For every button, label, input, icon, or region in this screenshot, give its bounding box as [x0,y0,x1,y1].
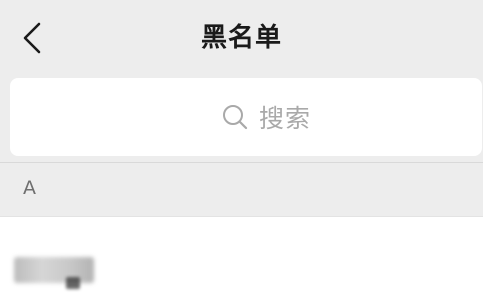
section-header-a: A [0,163,483,216]
search-field-content: 搜索 [221,99,311,135]
list-item[interactable] [0,217,483,301]
redacted-contact-name-tail [66,277,80,289]
search-bar[interactable]: 搜索 [10,78,482,156]
contact-list [0,216,483,301]
search-icon [222,105,248,130]
search-placeholder: 搜索 [258,104,311,133]
navigation-bar: 黑名单 [0,0,483,76]
page-title: 黑名单 [200,23,282,53]
section-index-letter: A [23,177,36,199]
redacted-contact-name [14,257,94,283]
